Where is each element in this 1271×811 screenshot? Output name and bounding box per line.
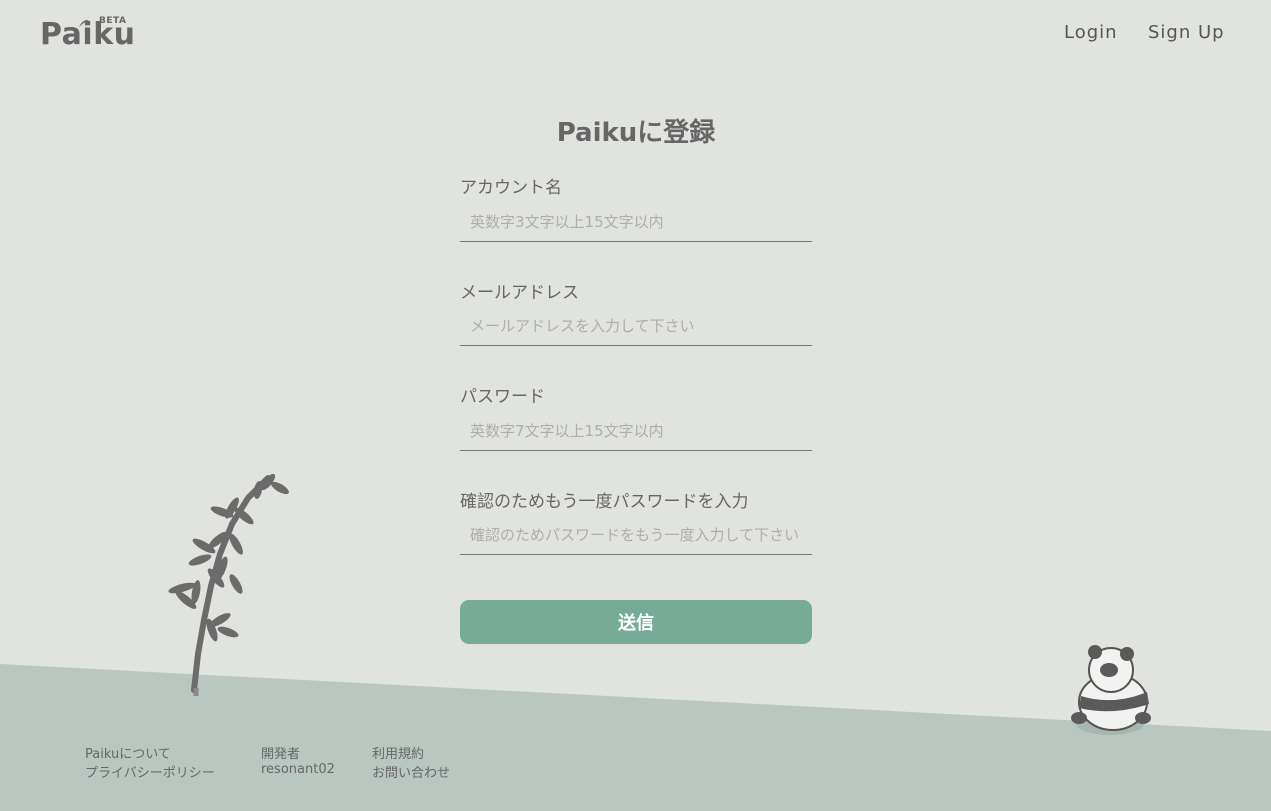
password-label: パスワード (460, 387, 545, 407)
privacy-policy-link[interactable]: プライバシーポリシー (85, 762, 215, 781)
email-input[interactable] (460, 306, 812, 346)
logo-text: Paiku (40, 17, 136, 52)
submit-button[interactable]: 送信 (460, 600, 812, 644)
confirm-password-input[interactable] (460, 515, 812, 555)
developer-label: 開発者 (261, 747, 301, 762)
developer-link[interactable]: resonant02 (261, 762, 335, 777)
login-link[interactable]: Login (1064, 22, 1118, 43)
paiku-logo[interactable]: BETA Paiku (40, 14, 135, 54)
terms-link[interactable]: 利用規約 (372, 743, 424, 762)
page-title: Paikuに登録 (556, 118, 716, 148)
bamboo-illustration (168, 473, 289, 696)
account-name-label: アカウント名 (460, 178, 562, 198)
panda-illustration (1071, 645, 1151, 735)
signup-link[interactable]: Sign Up (1148, 22, 1225, 43)
about-link[interactable]: Paikuについて (85, 743, 171, 762)
confirm-password-label: 確認のためもう一度パスワードを入力 (460, 492, 749, 512)
password-input[interactable] (460, 411, 812, 451)
account-name-input[interactable] (460, 202, 812, 242)
email-label: メールアドレス (460, 283, 579, 303)
contact-link[interactable]: お問い合わせ (372, 762, 450, 781)
